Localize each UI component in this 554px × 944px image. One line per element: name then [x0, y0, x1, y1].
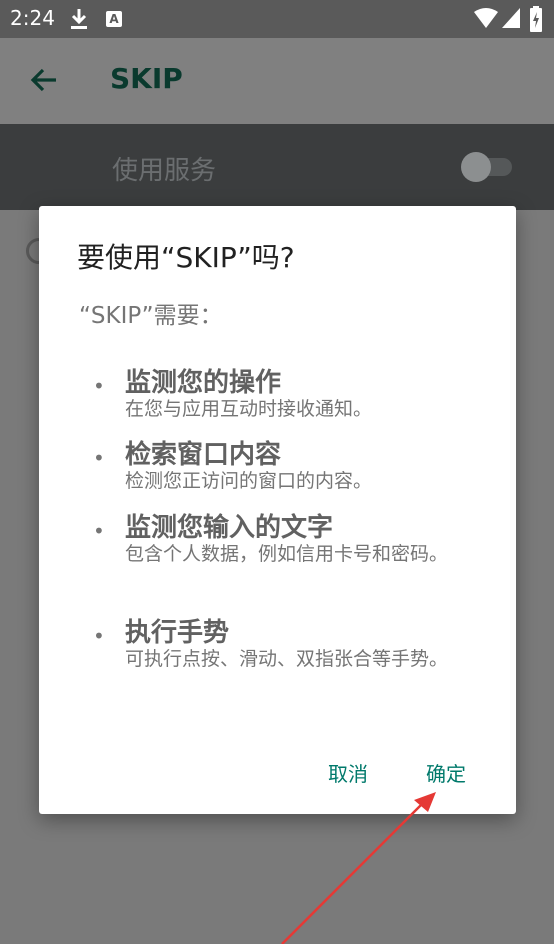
download-icon	[71, 9, 87, 29]
cancel-button[interactable]: 取消	[328, 758, 368, 787]
confirm-button[interactable]: 确定	[426, 758, 466, 787]
service-toggle-thumb[interactable]	[461, 152, 491, 182]
bullet: •	[93, 624, 105, 648]
app-bar: SKIP	[0, 38, 554, 124]
arrow-left-icon[interactable]	[28, 64, 60, 96]
bullet: •	[93, 519, 105, 543]
app-title: SKIP	[110, 62, 183, 95]
battery-icon	[530, 6, 542, 32]
permission-description: 包含个人数据，例如信用卡号和密码。	[125, 543, 449, 565]
a-notification-icon: A	[106, 11, 122, 27]
dialog-title: 要使用“SKIP”吗?	[77, 241, 295, 274]
permission-description: 检测您正访问的窗口的内容。	[125, 470, 373, 492]
signal-icon	[502, 8, 520, 28]
use-service-row[interactable]: 使用服务	[0, 124, 554, 210]
use-service-label: 使用服务	[112, 156, 217, 186]
dialog-subtitle: “SKIP”需要：	[79, 303, 223, 329]
status-bar: 2:24 A	[0, 0, 554, 38]
permission-dialog: 要使用“SKIP”吗? “SKIP”需要： • 监测您的操作 在您与应用互动时接…	[39, 206, 516, 814]
permission-description: 可执行点按、滑动、双指张合等手势。	[125, 648, 449, 670]
bullet: •	[93, 374, 105, 398]
bullet: •	[93, 446, 105, 470]
wifi-icon	[474, 8, 498, 28]
status-time: 2:24	[10, 6, 55, 30]
permission-description: 在您与应用互动时接收通知。	[125, 398, 373, 420]
